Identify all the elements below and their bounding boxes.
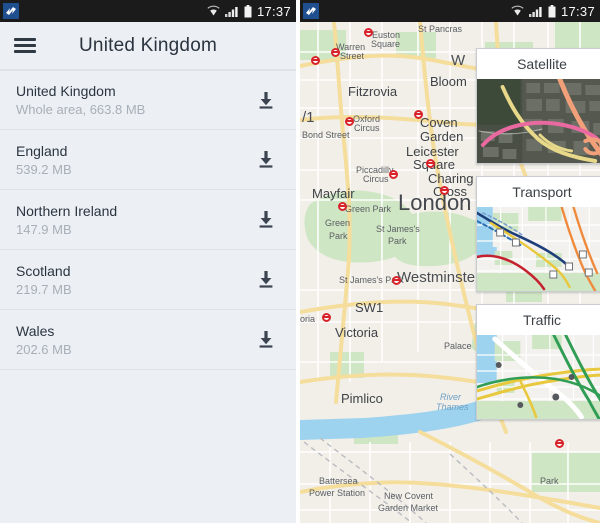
download-row-title: England (16, 142, 68, 159)
download-row[interactable]: England 539.2 MB (0, 130, 296, 190)
download-row-detail: 202.6 MB (16, 341, 72, 357)
tube-station-icon (389, 170, 398, 179)
tube-station-icon (331, 48, 340, 57)
download-row-detail: 539.2 MB (16, 161, 72, 177)
tube-station-icon (322, 313, 331, 322)
layer-card-satellite-label: Satellite (477, 49, 600, 79)
download-row[interactable]: Wales 202.6 MB (0, 310, 296, 370)
download-row-title: Northern Ireland (16, 202, 118, 219)
download-icon[interactable] (252, 91, 280, 109)
satellite-thumbnail-icon (477, 79, 600, 163)
download-icon (259, 151, 273, 168)
download-row-texts: Northern Ireland 147.9 MB (16, 203, 252, 237)
layer-card-traffic-label: Traffic (477, 305, 600, 335)
tube-station-icon (426, 159, 435, 168)
battery-icon (244, 4, 252, 18)
traffic-thumbnail-icon (477, 335, 600, 419)
signal-bars-icon (528, 5, 543, 17)
tube-station-icon (364, 28, 373, 37)
tube-station-icon (555, 439, 564, 448)
download-icon (259, 211, 273, 228)
transport-thumbnail-icon (477, 207, 600, 291)
app-bar: United Kingdom (0, 22, 296, 70)
app-notification-icon (3, 3, 19, 19)
download-row[interactable]: Scotland 219.7 MB (0, 250, 296, 310)
tube-station-icon (311, 56, 320, 65)
app-notification-icon (303, 3, 319, 19)
tube-station-icon (338, 202, 347, 211)
download-row-texts: England 539.2 MB (16, 143, 252, 177)
status-bar-right-right-icons: 17:37 (511, 4, 595, 19)
download-icon[interactable] (252, 271, 280, 288)
download-row-texts: Scotland 219.7 MB (16, 263, 252, 297)
hamburger-menu-icon[interactable] (14, 38, 36, 53)
download-row-detail: Whole area, 663.8 MB (16, 102, 146, 117)
download-row-texts: United Kingdom Whole area, 663.8 MB (16, 83, 252, 117)
status-bar-right-icons: 17:37 (207, 4, 291, 19)
download-row-detail: 147.9 MB (16, 221, 72, 237)
status-bar-right: 17:37 (300, 0, 600, 22)
status-bar-right-left-icons (303, 3, 319, 19)
download-row-texts: Wales 202.6 MB (16, 323, 252, 357)
layer-card-transport[interactable]: Transport (476, 176, 600, 292)
tube-station-icon (414, 110, 423, 119)
download-row-title: Wales (16, 322, 55, 339)
layer-card-traffic[interactable]: Traffic (476, 304, 600, 420)
layer-card-transport-label: Transport (477, 177, 600, 207)
download-icon (259, 331, 273, 348)
tube-station-icon (392, 276, 401, 285)
download-row-title: United Kingdom (16, 83, 116, 99)
status-bar-clock: 17:37 (256, 3, 291, 19)
tube-station-icon (440, 186, 449, 195)
signal-bars-icon (224, 5, 239, 17)
status-bar-left: 17:37 (0, 0, 296, 22)
download-list[interactable]: United Kingdom Whole area, 663.8 MB Englan… (0, 70, 296, 523)
status-bar-left-icons (3, 3, 19, 19)
status-bar-clock: 17:37 (560, 3, 595, 19)
download-row-title: Scotland (16, 262, 71, 279)
tube-station-icon (345, 117, 354, 126)
download-row[interactable]: United Kingdom Whole area, 663.8 MB (0, 70, 296, 130)
download-icon (259, 91, 273, 109)
download-icon (259, 271, 273, 288)
wifi-icon (207, 5, 220, 17)
page-title: United Kingdom (79, 34, 217, 56)
wifi-icon (511, 5, 524, 17)
battery-icon (548, 4, 556, 18)
right-screen-map: 17:37 Euston Square St Pancras Warren St… (300, 0, 600, 523)
download-icon[interactable] (252, 151, 280, 168)
download-icon[interactable] (252, 211, 280, 228)
layer-card-satellite[interactable]: Satellite (476, 48, 600, 164)
left-screen-downloads: 17:37 United Kingdom United Kingdom Whole… (0, 0, 296, 523)
download-row[interactable]: Northern Ireland 147.9 MB (0, 190, 296, 250)
map-canvas[interactable]: Euston Square St Pancras Warren Street W Bloom… (300, 22, 600, 523)
download-icon[interactable] (252, 331, 280, 348)
dual-screenshot-container: 17:37 United Kingdom United Kingdom Whole… (0, 0, 600, 523)
map-layer-cards[interactable]: Satellite Transport Traffic (476, 48, 600, 420)
download-row-detail: 219.7 MB (16, 281, 72, 297)
